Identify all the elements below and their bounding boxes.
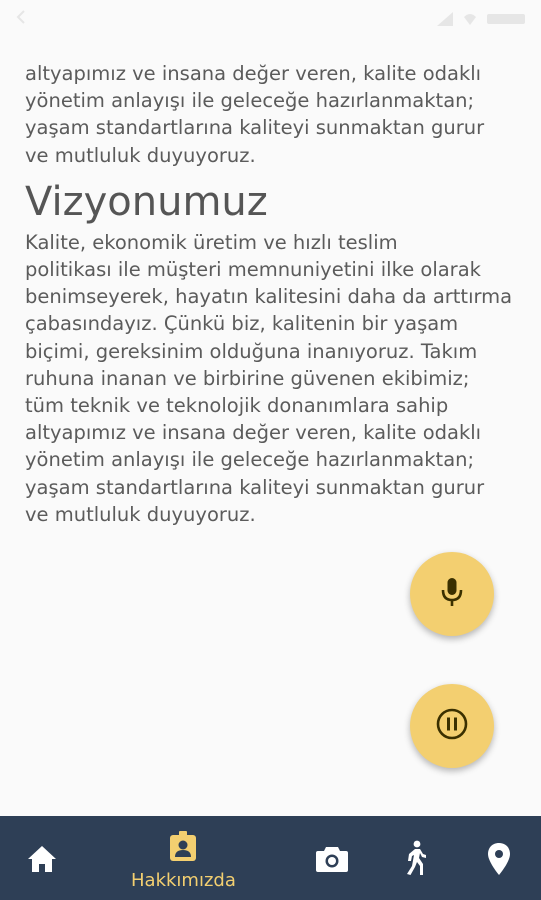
bottom-navigation: Hakkımızda xyxy=(0,816,541,900)
voice-input-button[interactable] xyxy=(410,552,494,636)
pause-button[interactable] xyxy=(410,684,494,768)
battery-icon xyxy=(487,14,525,24)
contact-badge-icon xyxy=(168,830,198,866)
nav-location[interactable] xyxy=(487,842,511,880)
home-icon xyxy=(26,844,58,878)
nav-about-label: Hakkımızda xyxy=(131,870,236,891)
walk-icon xyxy=(403,840,427,880)
camera-icon xyxy=(315,844,349,878)
nav-camera[interactable] xyxy=(315,844,349,878)
nav-about[interactable]: Hakkımızda xyxy=(131,830,236,891)
paragraph-vision: Kalite, ekonomik üretim ve hızlı teslim … xyxy=(25,230,513,526)
mic-icon xyxy=(439,576,465,612)
vision-heading: Vizyonumuz xyxy=(25,178,268,225)
location-pin-icon xyxy=(487,842,511,880)
signal-icon xyxy=(437,12,453,26)
wifi-icon xyxy=(464,14,476,25)
paragraph-top: altyapımız ve insana değer veren, kalite… xyxy=(25,62,485,167)
nav-walk[interactable] xyxy=(403,840,427,880)
status-bar xyxy=(0,0,541,38)
status-icons xyxy=(437,12,527,26)
about-content: altyapımız ve insana değer veren, kalite… xyxy=(25,60,525,528)
back-arrow-icon[interactable] xyxy=(14,9,30,29)
nav-home[interactable] xyxy=(26,844,58,878)
pause-icon xyxy=(435,707,469,745)
